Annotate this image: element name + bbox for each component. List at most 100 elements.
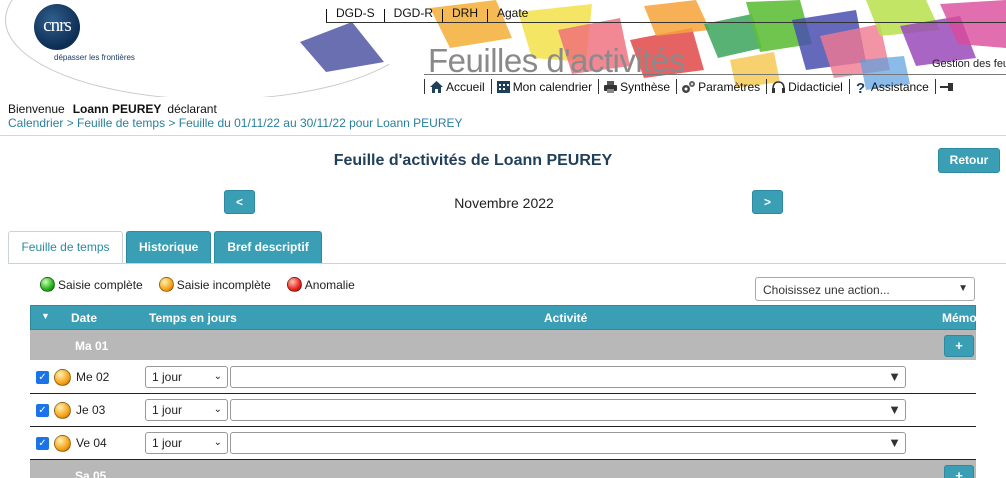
- top-link-drh[interactable]: DRH: [443, 6, 487, 22]
- nav-item-synthese[interactable]: Synthèse: [598, 79, 676, 94]
- nav-label: Didacticiel: [788, 79, 843, 94]
- table-header: ▼ Date Temps en jours Activité Mémo: [30, 305, 977, 330]
- legend-item: Anomalie: [286, 277, 355, 292]
- legend-label: Saisie complète: [58, 277, 143, 292]
- welcome-prefix: Bienvenue: [8, 102, 65, 116]
- table-row: ✓ Me 02 1 jour ⌄ ▼: [30, 361, 976, 394]
- col-activity[interactable]: Activité: [544, 311, 587, 325]
- activity-select[interactable]: ▼: [230, 366, 906, 388]
- row-checkbox[interactable]: ✓: [36, 437, 49, 450]
- tab-divider: [8, 263, 1006, 264]
- calendar-icon: [496, 80, 510, 93]
- orange-status-icon: [54, 435, 71, 452]
- triangle-down-icon: ▼: [888, 369, 901, 384]
- next-month-button[interactable]: >: [752, 190, 783, 214]
- sort-down-icon[interactable]: ▼: [41, 311, 50, 321]
- activity-select[interactable]: ▼: [230, 432, 906, 454]
- activity-select[interactable]: ▼: [230, 399, 906, 421]
- tab-feuille-de-temps[interactable]: Feuille de temps: [8, 231, 123, 264]
- legend-item: Saisie complète: [40, 277, 143, 292]
- plug-icon: [939, 82, 953, 91]
- nav-item-accueil[interactable]: Accueil: [424, 79, 491, 94]
- action-select[interactable]: Choisissez une action... ▼: [755, 277, 975, 301]
- top-link-dgd-s[interactable]: DGD-S: [327, 6, 384, 22]
- nav-label: Mon calendrier: [512, 79, 593, 94]
- add-row-button[interactable]: +: [944, 335, 974, 357]
- time-value: 1 jour: [152, 370, 183, 384]
- legend-label: Anomalie: [304, 277, 355, 292]
- chevron-down-icon: ⌄: [213, 437, 222, 448]
- status-legend: Saisie complète Saisie incomplète Anomal…: [40, 277, 371, 292]
- site-header: cnrs dépasser les frontières DGD-S DGD-R…: [0, 0, 1006, 97]
- triangle-down-icon: ▼: [888, 402, 901, 417]
- nav-label: Synthèse: [620, 79, 671, 94]
- nav-item-parametres[interactable]: Paramètres: [676, 79, 766, 94]
- row-day: Je 03: [76, 403, 106, 417]
- user-name: Loann PEUREY: [72, 102, 162, 116]
- col-date[interactable]: Date: [71, 311, 97, 325]
- nav-item-calendrier[interactable]: Mon calendrier: [490, 79, 598, 94]
- table-row: ✓ Je 03 1 jour ⌄ ▼: [30, 394, 976, 427]
- cnrs-logo[interactable]: cnrs: [34, 4, 80, 50]
- user-role: déclarant: [167, 102, 217, 116]
- col-time[interactable]: Temps en jours: [149, 311, 237, 325]
- green-status-icon: [40, 277, 55, 292]
- top-links: DGD-S DGD-R DRH Agate: [326, 6, 537, 22]
- chevron-down-icon: ▼: [958, 283, 968, 294]
- gears-icon: [682, 80, 696, 93]
- row-day: Me 02: [76, 370, 110, 384]
- table-row-weekend: Ma 01 +: [30, 330, 976, 361]
- divider: [0, 135, 1006, 136]
- time-value: 1 jour: [152, 403, 183, 417]
- time-value: 1 jour: [152, 436, 183, 450]
- orange-status-icon: [158, 277, 174, 292]
- breadcrumb[interactable]: Calendrier > Feuille de temps > Feuille …: [8, 116, 463, 130]
- add-row-button[interactable]: +: [944, 465, 974, 478]
- nav-divider: [424, 74, 1006, 75]
- app-subtitle: Gestion des feui: [932, 58, 1006, 70]
- month-label: Novembre 2022: [454, 195, 554, 211]
- tab-historique[interactable]: Historique: [126, 231, 212, 264]
- top-link-dgd-r[interactable]: DGD-R: [385, 6, 442, 22]
- orange-status-icon: [54, 369, 71, 386]
- printer-icon: [604, 80, 618, 93]
- welcome-line: Bienvenue Loann PEUREY déclarant: [8, 102, 217, 116]
- logo-tagline: dépasser les frontières: [54, 53, 135, 62]
- prev-month-button[interactable]: <: [224, 190, 255, 214]
- nav-label: Assistance: [870, 79, 929, 94]
- row-day: Ma 01: [75, 339, 109, 353]
- top-link-agate[interactable]: Agate: [488, 6, 537, 22]
- row-checkbox[interactable]: ✓: [36, 371, 49, 384]
- legend-label: Saisie incomplète: [176, 277, 271, 292]
- chevron-down-icon: ⌄: [213, 404, 222, 415]
- page-title: Feuille d'activités de Loann PEUREY: [333, 152, 613, 169]
- nav-label: Accueil: [446, 79, 485, 94]
- chevron-down-icon: ⌄: [213, 371, 222, 382]
- col-memo[interactable]: Mémo: [942, 311, 977, 325]
- nav-item-assistance[interactable]: ? Assistance: [848, 79, 935, 94]
- headset-icon: [772, 80, 786, 93]
- row-day: Ve 04: [76, 436, 107, 450]
- svg-text:?: ?: [856, 80, 865, 94]
- top-divider: [326, 22, 1006, 23]
- legend-item: Saisie incomplète: [158, 277, 271, 292]
- orange-status-icon: [54, 402, 71, 419]
- row-day: Sa 05: [75, 469, 107, 478]
- red-status-icon: [286, 277, 302, 292]
- home-icon: [430, 80, 443, 93]
- action-select-value: Choisissez une action...: [763, 283, 890, 297]
- table-row-weekend: Sa 05 +: [30, 460, 976, 478]
- time-select[interactable]: 1 jour ⌄: [145, 432, 228, 454]
- nav-label: Paramètres: [698, 79, 761, 94]
- row-checkbox[interactable]: ✓: [36, 404, 49, 417]
- time-select[interactable]: 1 jour ⌄: [145, 366, 228, 388]
- nav-item-didacticiel[interactable]: Didacticiel: [766, 79, 849, 94]
- time-select[interactable]: 1 jour ⌄: [145, 399, 228, 421]
- nav-item-more[interactable]: [934, 79, 963, 94]
- table-row: ✓ Ve 04 1 jour ⌄ ▼: [30, 427, 976, 460]
- tab-bref-descriptif[interactable]: Bref descriptif: [214, 231, 322, 264]
- question-icon: ?: [856, 80, 865, 94]
- tab-bar: Feuille de temps Historique Bref descrip…: [8, 231, 325, 264]
- retour-button[interactable]: Retour: [938, 148, 1000, 173]
- main-nav: Accueil Mon calendrier Synthèse Paramètr…: [424, 77, 963, 94]
